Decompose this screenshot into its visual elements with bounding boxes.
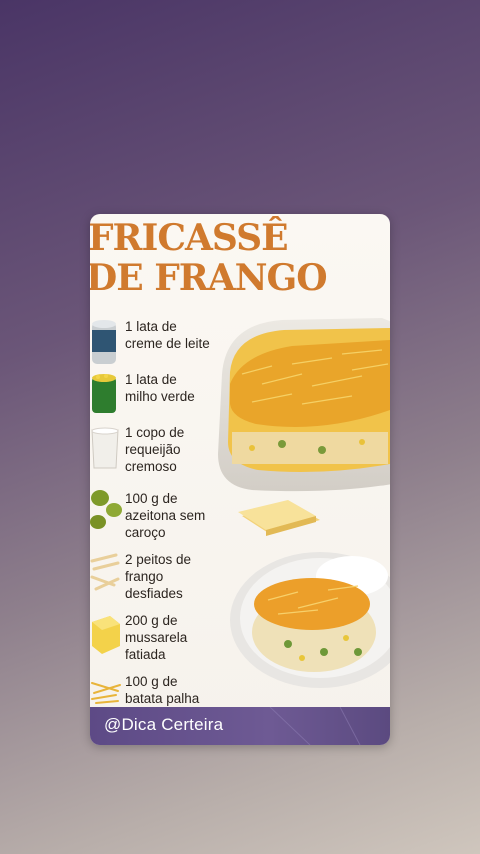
ingredient-text: 2 peitos de frango desfiades	[125, 552, 192, 601]
ingredient-item: 200 g de mussarela fatiada	[90, 612, 237, 663]
can-icon	[90, 318, 122, 364]
ingredient-item: 1 lata de creme de leite	[90, 318, 237, 364]
title-line-2: DE FRANGO	[90, 257, 328, 299]
ingredient-text: 100 g de batata palha	[125, 674, 200, 706]
cheese-cube-icon	[90, 612, 122, 658]
olives-icon	[90, 490, 122, 536]
recipe-card: FRICASSÊ DE FRANGO 1 lata de creme de le…	[90, 214, 390, 745]
ingredient-text: 100 g de azeitona sem caroço	[125, 491, 206, 540]
corn-can-icon	[90, 371, 122, 417]
ingredient-item: 1 copo de requeijão cremoso	[90, 424, 237, 475]
ingredient-item: 100 g de azeitona sem caroço	[90, 490, 237, 541]
title-line-1: FRICASSÊ	[90, 217, 289, 259]
ingredient-item: 2 peitos de frango desfiades	[90, 551, 237, 602]
cream-cheese-cup-icon	[90, 424, 122, 470]
ingredient-text: 1 copo de requeijão cremoso	[125, 425, 185, 474]
casserole-dish-image	[218, 318, 390, 492]
ingredient-item: 1 lata de milho verde	[90, 371, 237, 417]
cheese-slices-image	[238, 500, 320, 536]
ingredient-text: 200 g de mussarela fatiada	[125, 613, 188, 662]
ingredient-text: 1 lata de milho verde	[125, 372, 195, 404]
recipe-title: FRICASSÊ DE FRANGO	[90, 217, 328, 299]
author-handle: @Dica Certeira	[104, 715, 224, 734]
shredded-chicken-icon	[90, 551, 122, 597]
footer-banner: @Dica Certeira	[90, 707, 390, 745]
plated-fricasse-image	[230, 552, 390, 688]
ingredient-text: 1 lata de creme de leite	[125, 319, 210, 351]
